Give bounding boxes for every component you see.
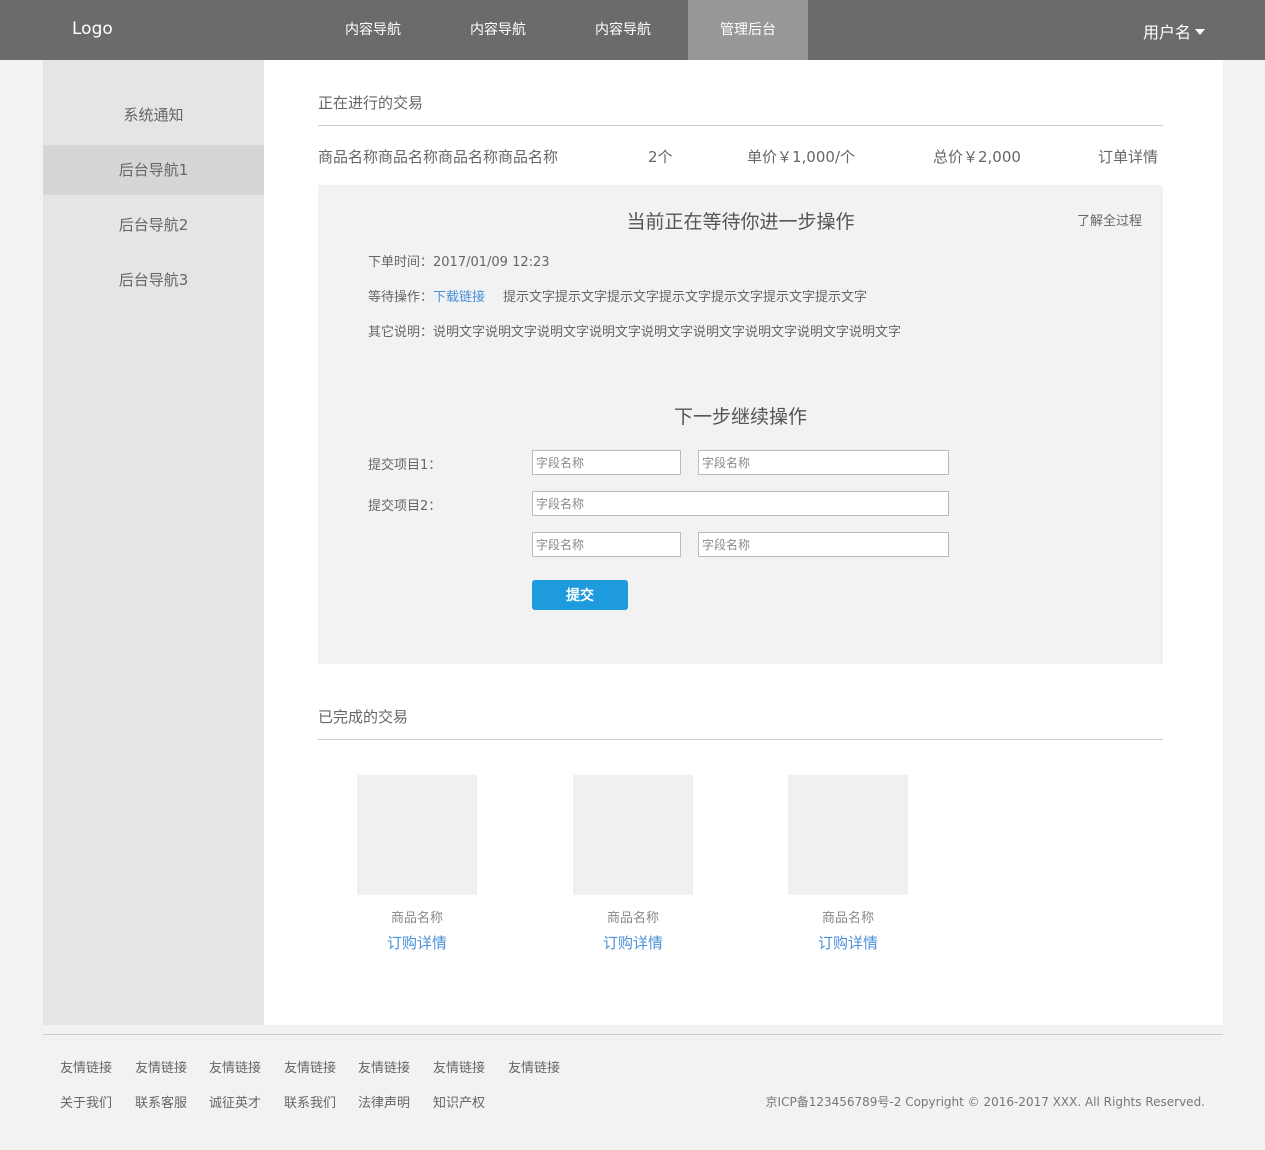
pending-action-panel: 当前正在等待你进一步操作 了解全过程 下单时间：2017/01/09 12:23… [318, 185, 1163, 664]
friend-link[interactable]: 友情链接 [60, 1057, 112, 1076]
sidebar: 系统通知 后台导航1 后台导航2 后台导航3 [43, 60, 264, 1025]
customer-service-link[interactable]: 联系客服 [135, 1092, 187, 1111]
friend-link[interactable]: 友情链接 [358, 1057, 410, 1076]
completed-product-card: 商品名称 订购详情 [788, 775, 908, 953]
contact-us-link[interactable]: 联系我们 [284, 1092, 336, 1111]
ongoing-section-title: 正在进行的交易 [318, 94, 424, 112]
purchase-detail-link[interactable]: 订购详情 [788, 932, 908, 953]
item-2-field-full[interactable] [532, 491, 949, 516]
user-menu[interactable]: 用户名 [1143, 19, 1205, 43]
about-us-link[interactable]: 关于我们 [60, 1092, 112, 1111]
sidebar-item-admin-nav-1[interactable]: 后台导航1 [43, 145, 264, 195]
item-1-field-a[interactable] [532, 450, 681, 475]
nav-item-content-3[interactable]: 内容导航 [563, 0, 683, 60]
footer-divider [43, 1034, 1223, 1035]
download-link[interactable]: 下载链接 [433, 290, 485, 305]
order-unit-price: 单价￥1,000/个 [747, 148, 855, 166]
sidebar-item-notifications[interactable]: 系统通知 [43, 90, 264, 140]
sidebar-item-admin-nav-3[interactable]: 后台导航3 [43, 255, 264, 305]
item-2-field-a[interactable] [532, 532, 681, 557]
wait-action-label: 等待操作： [368, 290, 434, 305]
username-label: 用户名 [1142, 23, 1191, 42]
friend-link[interactable]: 友情链接 [508, 1057, 560, 1076]
product-name: 商品名称 [606, 911, 659, 926]
learn-process-link[interactable]: 了解全过程 [1077, 210, 1142, 229]
copyright-text: 京ICP备123456789号-2 Copyright © 2016-2017 … [765, 1095, 1205, 1109]
friend-link[interactable]: 友情链接 [135, 1057, 187, 1076]
order-time-value: 2017/01/09 12:23 [433, 255, 550, 270]
friend-link[interactable]: 友情链接 [284, 1057, 336, 1076]
product-image-placeholder[interactable] [357, 775, 477, 895]
ip-link[interactable]: 知识产权 [433, 1092, 485, 1111]
nav-item-content-2[interactable]: 内容导航 [438, 0, 558, 60]
divider [318, 125, 1163, 126]
wait-action-row: 等待操作：下载链接 提示文字提示文字提示文字提示文字提示文字提示文字提示文字 [368, 286, 867, 305]
hint-text: 提示文字提示文字提示文字提示文字提示文字提示文字提示文字 [503, 290, 868, 305]
other-note-label: 其它说明： [368, 325, 434, 340]
friend-link[interactable]: 友情链接 [433, 1057, 485, 1076]
nav-item-content-1[interactable]: 内容导航 [313, 0, 433, 60]
submit-item-2-label: 提交项目2： [368, 499, 442, 514]
other-note-text: 说明文字说明文字说明文字说明文字说明文字说明文字说明文字说明文字说明文字 [433, 325, 902, 340]
submit-button[interactable]: 提交 [532, 580, 628, 610]
completed-product-card: 商品名称 订购详情 [357, 775, 477, 953]
order-time-row: 下单时间：2017/01/09 12:23 [368, 251, 550, 270]
item-2-field-b[interactable] [698, 532, 949, 557]
item-1-field-b[interactable] [698, 450, 949, 475]
product-image-placeholder[interactable] [573, 775, 693, 895]
top-nav-bar: Logo 内容导航 内容导航 内容导航 管理后台 用户名 [0, 0, 1265, 60]
sidebar-item-admin-nav-2[interactable]: 后台导航2 [43, 200, 264, 250]
order-total-price: 总价￥2,000 [933, 148, 1021, 166]
submit-item-1-label: 提交项目1： [368, 458, 442, 473]
order-detail-link[interactable]: 订单详情 [1098, 146, 1158, 167]
other-note-row: 其它说明：说明文字说明文字说明文字说明文字说明文字说明文字说明文字说明文字说明文… [368, 321, 901, 340]
divider [318, 739, 1163, 740]
logo[interactable]: Logo [72, 19, 113, 39]
panel-title: 当前正在等待你进一步操作 [626, 211, 855, 233]
careers-link[interactable]: 诚征英才 [209, 1092, 261, 1111]
purchase-detail-link[interactable]: 订购详情 [357, 932, 477, 953]
purchase-detail-link[interactable]: 订购详情 [573, 932, 693, 953]
friend-link[interactable]: 友情链接 [209, 1057, 261, 1076]
completed-product-card: 商品名称 订购详情 [573, 775, 693, 953]
product-image-placeholder[interactable] [788, 775, 908, 895]
legal-link[interactable]: 法律声明 [358, 1092, 410, 1111]
product-name: 商品名称 [390, 911, 443, 926]
caret-down-icon [1195, 29, 1205, 35]
next-step-title: 下一步继续操作 [673, 406, 807, 428]
order-time-label: 下单时间： [368, 255, 434, 270]
order-quantity: 2个 [648, 148, 673, 166]
completed-section-title: 已完成的交易 [318, 708, 409, 726]
nav-item-admin[interactable]: 管理后台 [688, 0, 808, 60]
product-name: 商品名称 [821, 911, 874, 926]
order-product-name: 商品名称商品名称商品名称商品名称 [318, 148, 559, 166]
main-content: 正在进行的交易 商品名称商品名称商品名称商品名称 2个 单价￥1,000/个 总… [264, 60, 1223, 1025]
